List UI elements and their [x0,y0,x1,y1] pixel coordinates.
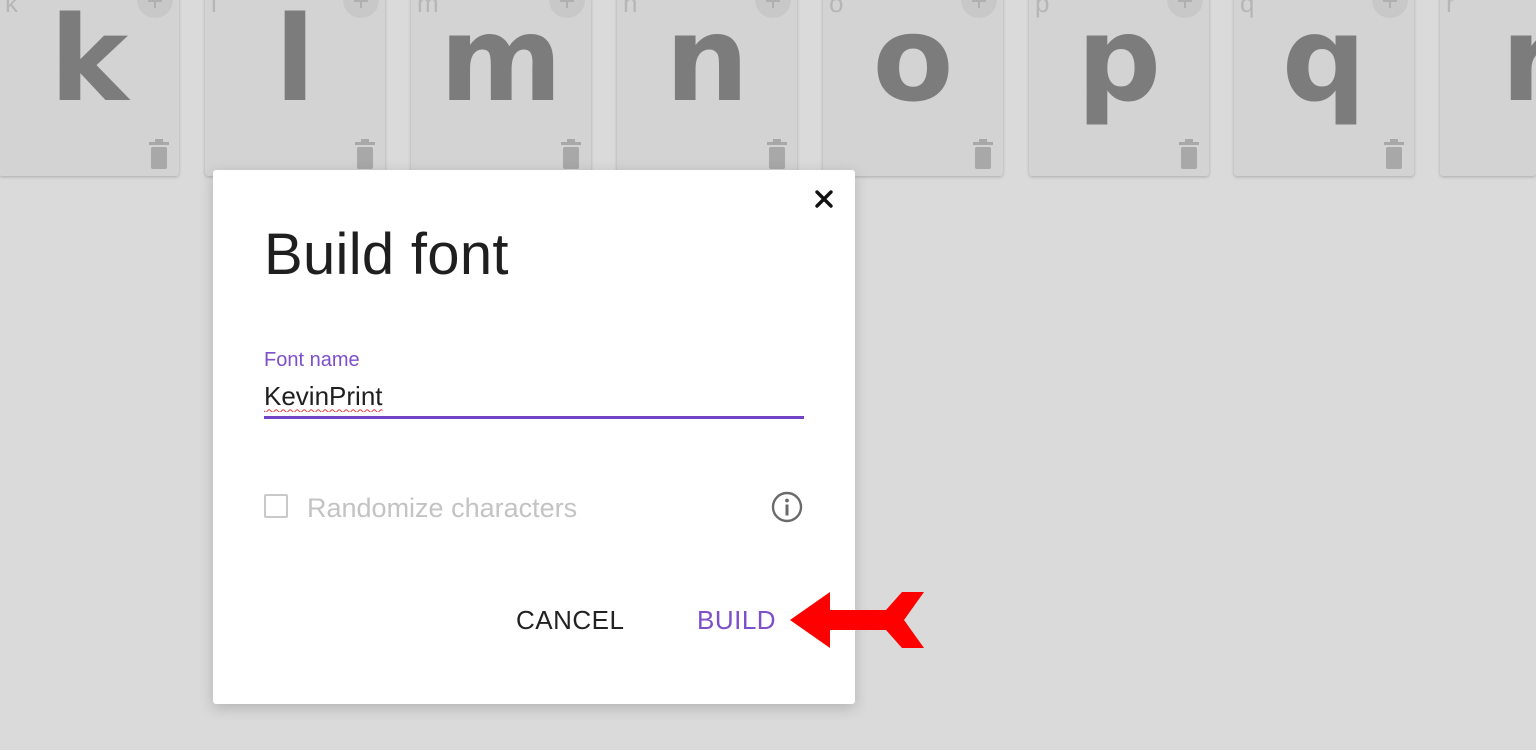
glyph-card-m[interactable]: m m [411,0,591,176]
glyph-card-p[interactable]: p p [1029,0,1209,176]
glyph-card-k[interactable]: k k [0,0,179,176]
glyph-card-q[interactable]: q q [1234,0,1414,176]
handwritten-glyph: k [49,0,129,128]
randomize-checkbox[interactable] [264,494,288,518]
randomize-label: Randomize characters [307,493,578,523]
trash-icon[interactable] [765,138,789,170]
handwritten-glyph: m [439,0,563,128]
red-arrow-annotation [790,592,924,648]
handwritten-glyph: q [1281,0,1367,128]
build-font-dialog: Build font Font name Randomize character… [213,170,855,704]
info-icon[interactable] [770,490,804,524]
font-name-label: Font name [264,349,360,371]
trash-icon[interactable] [147,138,171,170]
glyph-card-l[interactable]: l l [205,0,385,176]
build-button[interactable]: BUILD [697,602,776,638]
trash-icon[interactable] [559,138,583,170]
trash-icon[interactable] [1382,138,1406,170]
glyph-card-o[interactable]: o o [823,0,1003,176]
close-icon[interactable] [811,186,837,212]
trash-icon[interactable] [353,138,377,170]
handwritten-glyph: l [274,0,316,128]
trash-icon[interactable] [971,138,995,170]
randomize-characters-row: Randomize characters [264,490,804,530]
glyph-card-n[interactable]: n n [617,0,797,176]
dialog-title: Build font [264,222,509,287]
glyph-card-r[interactable]: r r [1440,0,1536,176]
handwritten-glyph: n [664,0,749,128]
trash-icon[interactable] [1177,138,1201,170]
handwritten-glyph: r [1500,0,1536,128]
glyph-card-strip: k k l l m m n n o o p p q q r r [0,0,1536,180]
handwritten-glyph: p [1076,0,1162,128]
font-name-input[interactable] [264,376,804,419]
cancel-button[interactable]: CANCEL [516,602,624,638]
handwritten-glyph: o [872,0,954,128]
